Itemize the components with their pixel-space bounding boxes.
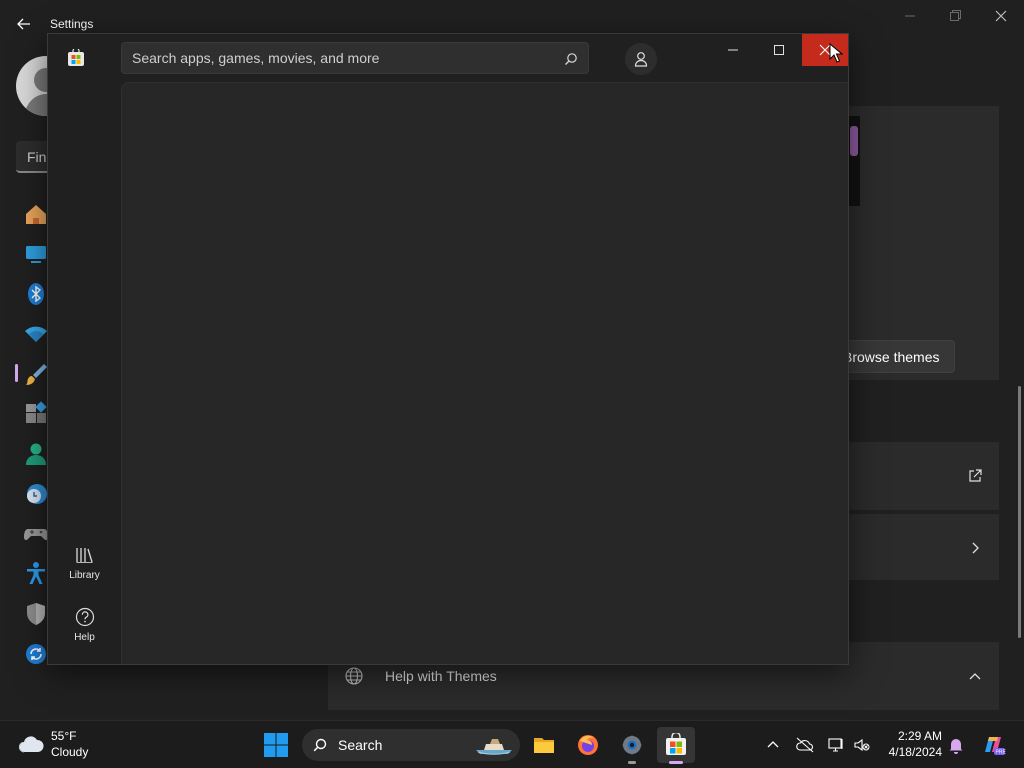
weather-temperature[interactable]: 55°F <box>51 729 76 743</box>
external-link-icon <box>967 468 983 484</box>
taskbar-search[interactable]: Search <box>302 729 520 761</box>
sidebar-item-label: Help <box>74 632 95 643</box>
store-search-box[interactable] <box>121 42 589 74</box>
chevron-up-icon[interactable] <box>764 736 782 754</box>
settings-restore-button[interactable] <box>945 8 965 24</box>
sidebar-item-library[interactable]: Library <box>48 544 121 581</box>
help-with-themes-label: Help with Themes <box>385 668 497 684</box>
personalization-icon[interactable] <box>22 360 50 388</box>
nav-active-indicator <box>15 364 18 382</box>
user-icon <box>634 52 648 67</box>
chevron-right-icon <box>969 541 981 555</box>
settings-icon <box>622 735 642 755</box>
search-highlight-icon <box>472 734 516 756</box>
store-search-input[interactable] <box>132 43 552 73</box>
taskbar-firefox[interactable] <box>569 727 607 763</box>
copilot-icon[interactable]: PRE <box>980 732 1006 758</box>
library-icon <box>74 544 96 566</box>
back-arrow-icon[interactable] <box>14 14 34 34</box>
network-icon[interactable] <box>827 736 845 754</box>
taskbar-settings[interactable] <box>613 727 651 764</box>
accounts-icon[interactable] <box>22 440 50 468</box>
store-maximize-button[interactable] <box>756 34 802 66</box>
accessibility-icon[interactable] <box>22 560 50 588</box>
sidebar-item-help[interactable]: Help <box>48 606 121 643</box>
microsoft-store-window: Library Help <box>47 33 849 665</box>
volume-muted-icon[interactable] <box>853 736 871 754</box>
settings-minimize-button[interactable] <box>900 8 920 24</box>
sidebar-item-label: Library <box>69 570 100 581</box>
search-icon <box>313 738 327 752</box>
settings-close-button[interactable] <box>991 8 1011 24</box>
settings-scrollbar[interactable] <box>1018 386 1021 638</box>
account-button[interactable] <box>625 43 657 75</box>
time-language-icon[interactable] <box>22 480 50 508</box>
bluetooth-icon[interactable] <box>22 280 50 308</box>
notification-bell-icon[interactable] <box>947 736 965 754</box>
store-minimize-button[interactable] <box>710 34 756 66</box>
chevron-up-icon[interactable] <box>967 669 983 683</box>
microsoft-store-icon <box>666 733 686 755</box>
start-button[interactable] <box>263 732 289 758</box>
clock-date[interactable]: 4/18/2024 <box>880 745 942 759</box>
running-indicator <box>628 761 636 764</box>
home-icon[interactable] <box>22 200 50 228</box>
onedrive-offline-icon[interactable] <box>795 736 815 754</box>
taskbar-search-label: Search <box>338 737 383 753</box>
help-icon <box>74 606 96 628</box>
microsoft-store-logo-icon <box>67 49 85 67</box>
system-icon[interactable] <box>22 240 50 268</box>
taskbar: 55°F Cloudy Search 2:29 AM 4/18/2024 PRE <box>0 720 1024 768</box>
windows-update-icon[interactable] <box>22 640 50 668</box>
search-icon[interactable] <box>564 52 578 66</box>
settings-title: Settings <box>50 17 94 31</box>
gaming-icon[interactable] <box>22 520 50 548</box>
store-content-area <box>121 82 848 664</box>
weather-condition[interactable]: Cloudy <box>51 745 88 759</box>
privacy-security-icon[interactable] <box>22 600 50 628</box>
windows-logo-icon <box>264 733 288 757</box>
taskbar-file-explorer[interactable] <box>525 727 563 763</box>
mouse-cursor-icon <box>829 43 843 63</box>
file-explorer-icon <box>534 738 554 753</box>
cloud-icon[interactable] <box>17 733 45 755</box>
firefox-icon <box>578 735 598 755</box>
active-indicator <box>669 761 683 764</box>
svg-text:PRE: PRE <box>996 750 1007 756</box>
theme-preview-image <box>848 116 860 206</box>
taskbar-microsoft-store[interactable] <box>657 727 695 764</box>
apps-icon[interactable] <box>22 400 50 428</box>
globe-icon <box>344 666 364 686</box>
network-icon[interactable] <box>22 320 50 348</box>
clock-time[interactable]: 2:29 AM <box>880 729 942 743</box>
browse-themes-label: Browse themes <box>843 349 940 365</box>
